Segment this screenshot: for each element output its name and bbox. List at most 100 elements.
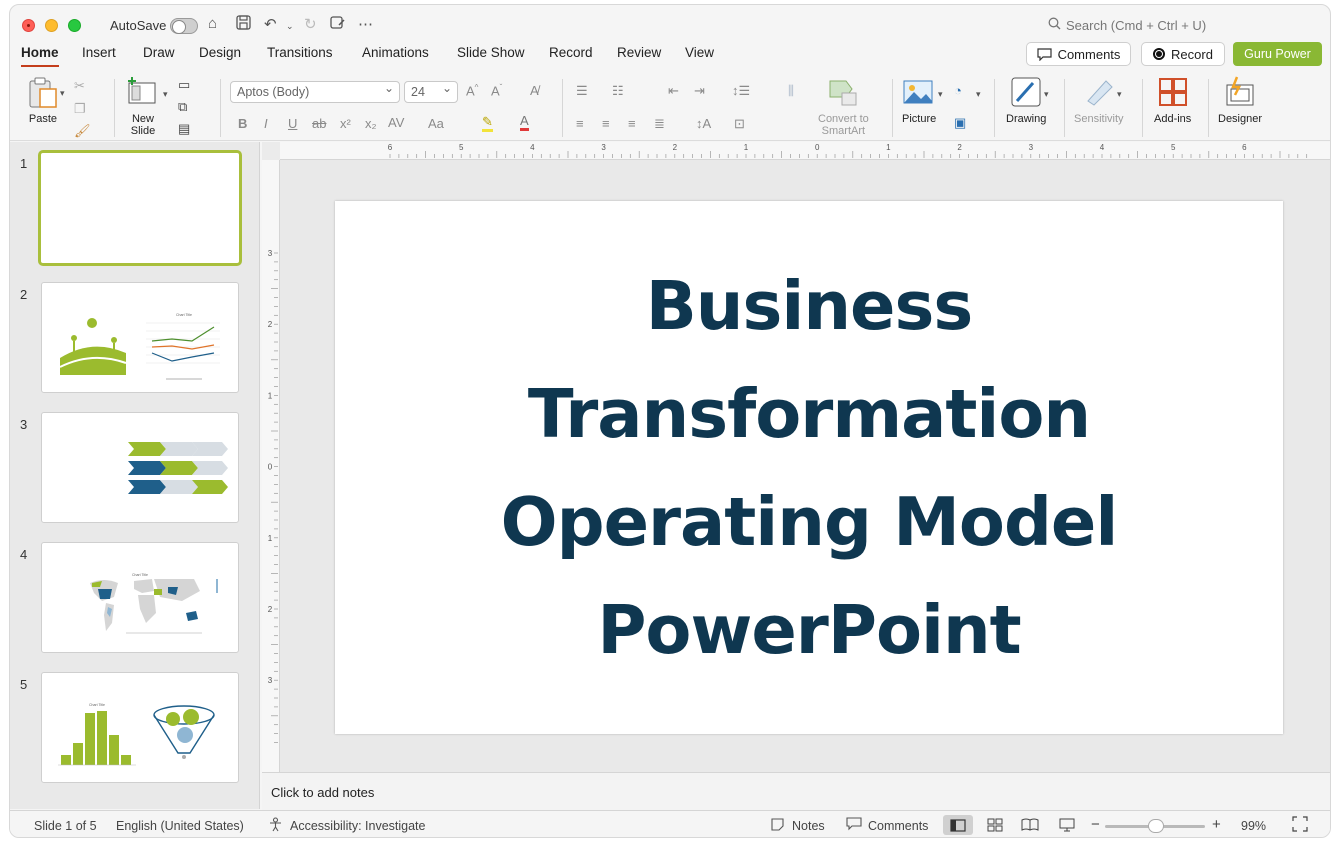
new-slide-icon (126, 75, 160, 109)
autosave-toggle[interactable] (170, 18, 198, 34)
tab-view[interactable]: View (685, 45, 714, 60)
section-icon[interactable]: ▤ (178, 121, 190, 137)
current-slide[interactable]: Business Transformation Operating Model … (335, 201, 1283, 734)
sensitivity-icon (1082, 75, 1116, 109)
superscript-icon[interactable]: x² (340, 116, 351, 131)
customize-icon[interactable] (330, 15, 346, 34)
reading-view-button[interactable] (1015, 815, 1045, 835)
line-spacing-icon[interactable]: ↕☰ (732, 83, 750, 99)
ruler-label: 6 (388, 143, 393, 152)
numbering-icon[interactable]: ☷ (612, 83, 624, 99)
zoom-out-icon[interactable]: − (1091, 816, 1100, 833)
slide-sorter-button[interactable] (980, 815, 1010, 835)
character-spacing-icon[interactable]: AV (388, 115, 404, 130)
align-text-icon[interactable]: ⊡ (734, 116, 745, 132)
columns-icon[interactable]: ⫼ (788, 83, 794, 99)
zoom-window-button[interactable] (68, 19, 81, 32)
fit-to-window-icon[interactable] (1292, 816, 1308, 835)
paste-button[interactable]: Paste (26, 75, 60, 125)
more-options-icon[interactable]: ⋯ (358, 15, 373, 33)
align-right-icon[interactable]: ≡ (628, 116, 636, 131)
increase-indent-icon[interactable]: ⇥ (694, 83, 705, 99)
slide-thumbnail-4[interactable]: Chart Title (41, 542, 239, 653)
text-box-icon[interactable]: ▣ (954, 115, 966, 131)
comments-button-label: Comments (1057, 46, 1121, 62)
comments-toggle[interactable]: Comments (868, 819, 928, 833)
undo-icon[interactable]: ↶ (264, 15, 277, 33)
drawing-chevron-down-icon[interactable]: ▾ (1044, 89, 1049, 100)
align-center-icon[interactable]: ≡ (602, 116, 610, 131)
shapes-icon[interactable]: ◔ (954, 83, 962, 98)
bold-icon[interactable]: B (238, 116, 247, 131)
change-case-icon[interactable]: Aa (428, 116, 444, 131)
slide-thumbnail-3[interactable] (41, 412, 239, 523)
new-slide-chevron-down-icon[interactable]: ▾ (163, 89, 168, 100)
normal-view-button[interactable] (943, 815, 973, 835)
decrease-indent-icon[interactable]: ⇤ (668, 83, 679, 99)
home-icon[interactable]: ⌂ (208, 15, 217, 32)
undo-chevron-down-icon[interactable]: ⌄ (286, 21, 294, 32)
slide-show-button[interactable] (1052, 815, 1082, 835)
guru-power-button[interactable]: Guru Power (1233, 42, 1322, 66)
decrease-font-size-icon[interactable]: Aˇ (491, 83, 502, 98)
tab-insert[interactable]: Insert (82, 45, 116, 60)
align-left-icon[interactable]: ≡ (576, 116, 584, 131)
justify-icon[interactable]: ≣ (654, 116, 665, 132)
copy-icon[interactable]: ❐ (74, 101, 86, 117)
font-name-dropdown[interactable]: Aptos (Body) (230, 81, 400, 103)
font-color-icon[interactable]: A (520, 114, 529, 131)
shapes-chevron-down-icon[interactable]: ▾ (976, 89, 981, 100)
new-slide-button[interactable]: New Slide (126, 75, 160, 137)
underline-icon[interactable]: U (288, 116, 297, 131)
increase-font-size-icon[interactable]: A^ (466, 83, 478, 98)
language-indicator[interactable]: English (United States) (116, 819, 244, 833)
bullets-icon[interactable]: ☰ (576, 83, 588, 99)
minimize-window-button[interactable] (45, 19, 58, 32)
tab-design[interactable]: Design (199, 45, 241, 60)
sensitivity-chevron-down-icon[interactable]: ▾ (1117, 89, 1122, 100)
search-input[interactable]: Search (Cmd + Ctrl + U) (1066, 18, 1206, 33)
zoom-slider-handle[interactable] (1148, 819, 1164, 833)
format-painter-icon[interactable]: 🖌 (74, 123, 91, 139)
subscript-icon[interactable]: x₂ (365, 116, 377, 131)
tab-transitions[interactable]: Transitions (267, 45, 333, 60)
reading-view-icon (1021, 818, 1039, 831)
tab-home[interactable]: Home (21, 45, 59, 67)
add-ins-button[interactable]: Add-ins (1154, 75, 1191, 125)
close-window-button[interactable] (22, 19, 35, 32)
layout-icon[interactable]: ▭ (178, 77, 190, 93)
cut-icon[interactable]: ✂ (74, 78, 85, 94)
clear-formatting-icon[interactable]: A̸ (530, 83, 539, 98)
slide-title-textbox[interactable]: Business Transformation Operating Model … (359, 252, 1259, 684)
sensitivity-button[interactable]: Sensitivity (1074, 75, 1124, 125)
tab-review[interactable]: Review (617, 45, 661, 60)
accessibility-status[interactable]: Accessibility: Investigate (290, 819, 425, 833)
italic-icon[interactable]: I (264, 116, 268, 131)
font-size-dropdown[interactable]: 24 (404, 81, 458, 103)
paste-chevron-down-icon[interactable]: ▾ (60, 88, 65, 99)
slide-thumbnail-1[interactable] (38, 150, 242, 266)
drawing-button[interactable]: Drawing (1006, 75, 1046, 125)
reset-slide-icon[interactable]: ⧉ (178, 99, 187, 115)
save-icon[interactable] (236, 15, 251, 34)
tab-draw[interactable]: Draw (143, 45, 175, 60)
tab-animations[interactable]: Animations (362, 45, 429, 60)
highlight-color-icon[interactable]: ✎ (482, 115, 493, 132)
comments-button[interactable]: Comments (1026, 42, 1131, 66)
picture-chevron-down-icon[interactable]: ▾ (938, 89, 943, 100)
zoom-in-icon[interactable]: + (1212, 816, 1221, 833)
tab-record[interactable]: Record (549, 45, 593, 60)
strikethrough-icon[interactable]: ab (312, 116, 326, 131)
picture-button[interactable]: Picture (902, 75, 936, 125)
text-direction-icon[interactable]: ↕A (696, 116, 711, 131)
convert-to-smartart-button[interactable]: Convert to SmartArt (818, 75, 869, 137)
tab-slide-show[interactable]: Slide Show (457, 45, 525, 60)
slide-thumbnail-5[interactable]: Chart Title (41, 672, 239, 783)
notes-toggle[interactable]: Notes (792, 819, 825, 833)
notes-pane[interactable]: Click to add notes (262, 772, 1330, 810)
designer-button[interactable]: Designer (1218, 75, 1262, 125)
slide-thumbnail-2[interactable]: Chart Title (41, 282, 239, 393)
record-button[interactable]: Record (1141, 42, 1225, 66)
zoom-level[interactable]: 99% (1241, 819, 1266, 833)
redo-icon[interactable]: ↻ (304, 15, 317, 33)
